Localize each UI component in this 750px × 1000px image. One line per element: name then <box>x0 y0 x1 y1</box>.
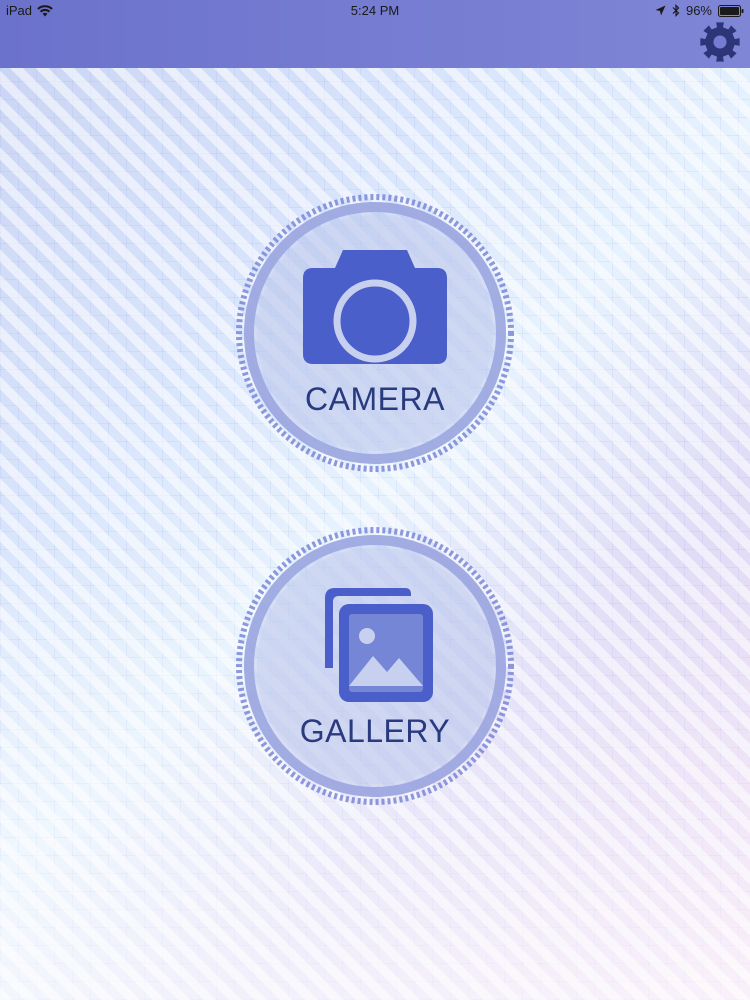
background-pattern <box>0 0 750 1000</box>
battery-percentage: 96% <box>685 3 712 18</box>
bluetooth-icon <box>672 4 680 17</box>
settings-button[interactable] <box>698 20 742 64</box>
status-time: 5:24 PM <box>350 3 400 18</box>
location-arrow-icon <box>655 5 666 16</box>
gallery-button[interactable]: GALLERY <box>233 524 517 808</box>
status-right: 96% <box>655 3 744 18</box>
gallery-icon <box>317 586 435 704</box>
camera-button[interactable]: CAMERA <box>233 191 517 475</box>
gallery-label: GALLERY <box>299 713 451 749</box>
top-bar: iPad 5:24 PM 96% <box>0 0 750 68</box>
battery-icon <box>718 4 744 17</box>
gear-icon <box>698 20 742 64</box>
camera-label: CAMERA <box>305 381 445 417</box>
status-bar: iPad 5:24 PM 96% <box>0 0 750 22</box>
camera-icon <box>303 246 447 364</box>
